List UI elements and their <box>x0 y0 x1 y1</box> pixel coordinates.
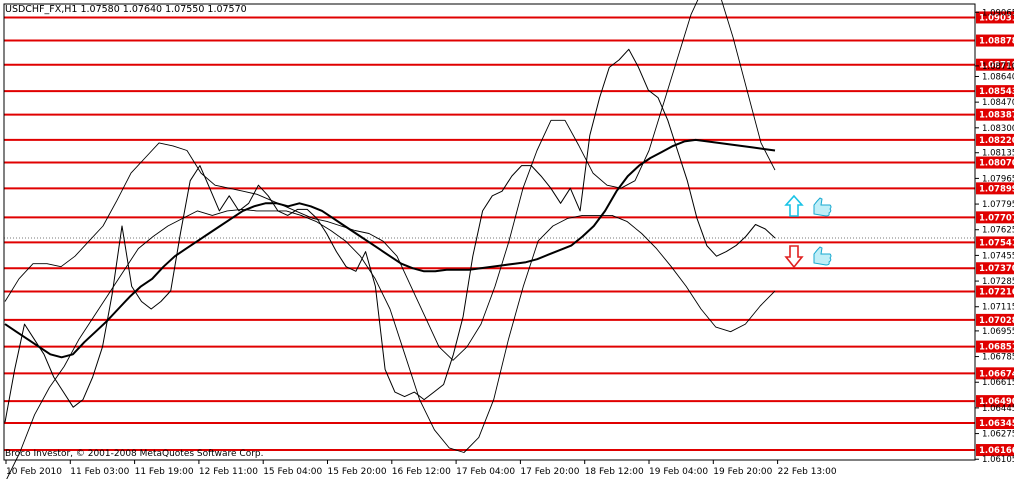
y-tick-label: 1.06275 <box>982 430 1014 440</box>
x-tick-label: 12 Feb 11:00 <box>199 467 258 477</box>
level-label: 1.08070 <box>979 159 1014 169</box>
y-tick-label: 1.08470 <box>982 98 1014 108</box>
y-tick-label: 1.07455 <box>982 251 1014 261</box>
x-tick-label: 22 Feb 13:00 <box>778 467 837 477</box>
plot-background <box>0 0 1014 479</box>
y-tick-label: 1.07115 <box>982 303 1014 313</box>
y-tick-label: 1.07795 <box>982 200 1014 210</box>
y-tick-label: 1.06105 <box>982 455 1014 465</box>
level-label: 1.08878 <box>979 37 1014 47</box>
x-tick-label: 19 Feb 20:00 <box>713 467 772 477</box>
watermark: Broco Investor, © 2001-2008 MetaQuotes S… <box>5 449 264 459</box>
x-tick-label: 18 Feb 12:00 <box>585 467 644 477</box>
x-tick-label: 17 Feb 20:00 <box>520 467 579 477</box>
level-label: 1.06345 <box>979 419 1014 429</box>
x-tick-label: 19 Feb 04:00 <box>649 467 708 477</box>
level-label: 1.07028 <box>979 316 1014 326</box>
level-label: 1.07707 <box>979 213 1014 223</box>
level-label: 1.07370 <box>979 264 1014 274</box>
chart-title: USDCHF_FX,H1 1.07580 1.07640 1.07550 1.0… <box>5 4 247 15</box>
x-tick-label: 15 Feb 20:00 <box>328 467 387 477</box>
level-label: 1.08220 <box>979 136 1014 146</box>
y-tick-label: 1.06445 <box>982 404 1014 414</box>
x-tick-label: 10 Feb 2010 <box>6 467 62 477</box>
y-tick-label: 1.07965 <box>982 174 1014 184</box>
y-tick-label: 1.09065 <box>982 8 1014 18</box>
level-label: 1.08387 <box>979 111 1014 121</box>
level-label: 1.06851 <box>979 343 1014 353</box>
level-label: 1.07541 <box>979 238 1014 248</box>
level-label: 1.08543 <box>979 87 1014 97</box>
y-tick-label: 1.08640 <box>982 72 1014 82</box>
x-tick-label: 17 Feb 04:00 <box>456 467 515 477</box>
y-tick-label: 1.07625 <box>982 226 1014 236</box>
y-tick-label: 1.08135 <box>982 149 1014 159</box>
y-tick-label: 1.06785 <box>982 353 1014 363</box>
y-tick-label: 1.07285 <box>982 277 1014 287</box>
price-chart: 1.090311.088781.087181.085431.083871.082… <box>0 0 1014 479</box>
level-label: 1.07216 <box>979 287 1014 297</box>
x-tick-label: 11 Feb 19:00 <box>135 467 194 477</box>
y-tick-label: 1.08300 <box>982 124 1014 134</box>
level-label: 1.07899 <box>979 184 1014 194</box>
x-tick-label: 15 Feb 04:00 <box>263 467 322 477</box>
x-tick-label: 16 Feb 12:00 <box>392 467 451 477</box>
x-tick-label: 11 Feb 03:00 <box>70 467 129 477</box>
y-tick-label: 1.06615 <box>982 378 1014 388</box>
y-tick-label: 1.06955 <box>982 327 1014 337</box>
y-tick-label: 1.08710 <box>982 62 1014 72</box>
